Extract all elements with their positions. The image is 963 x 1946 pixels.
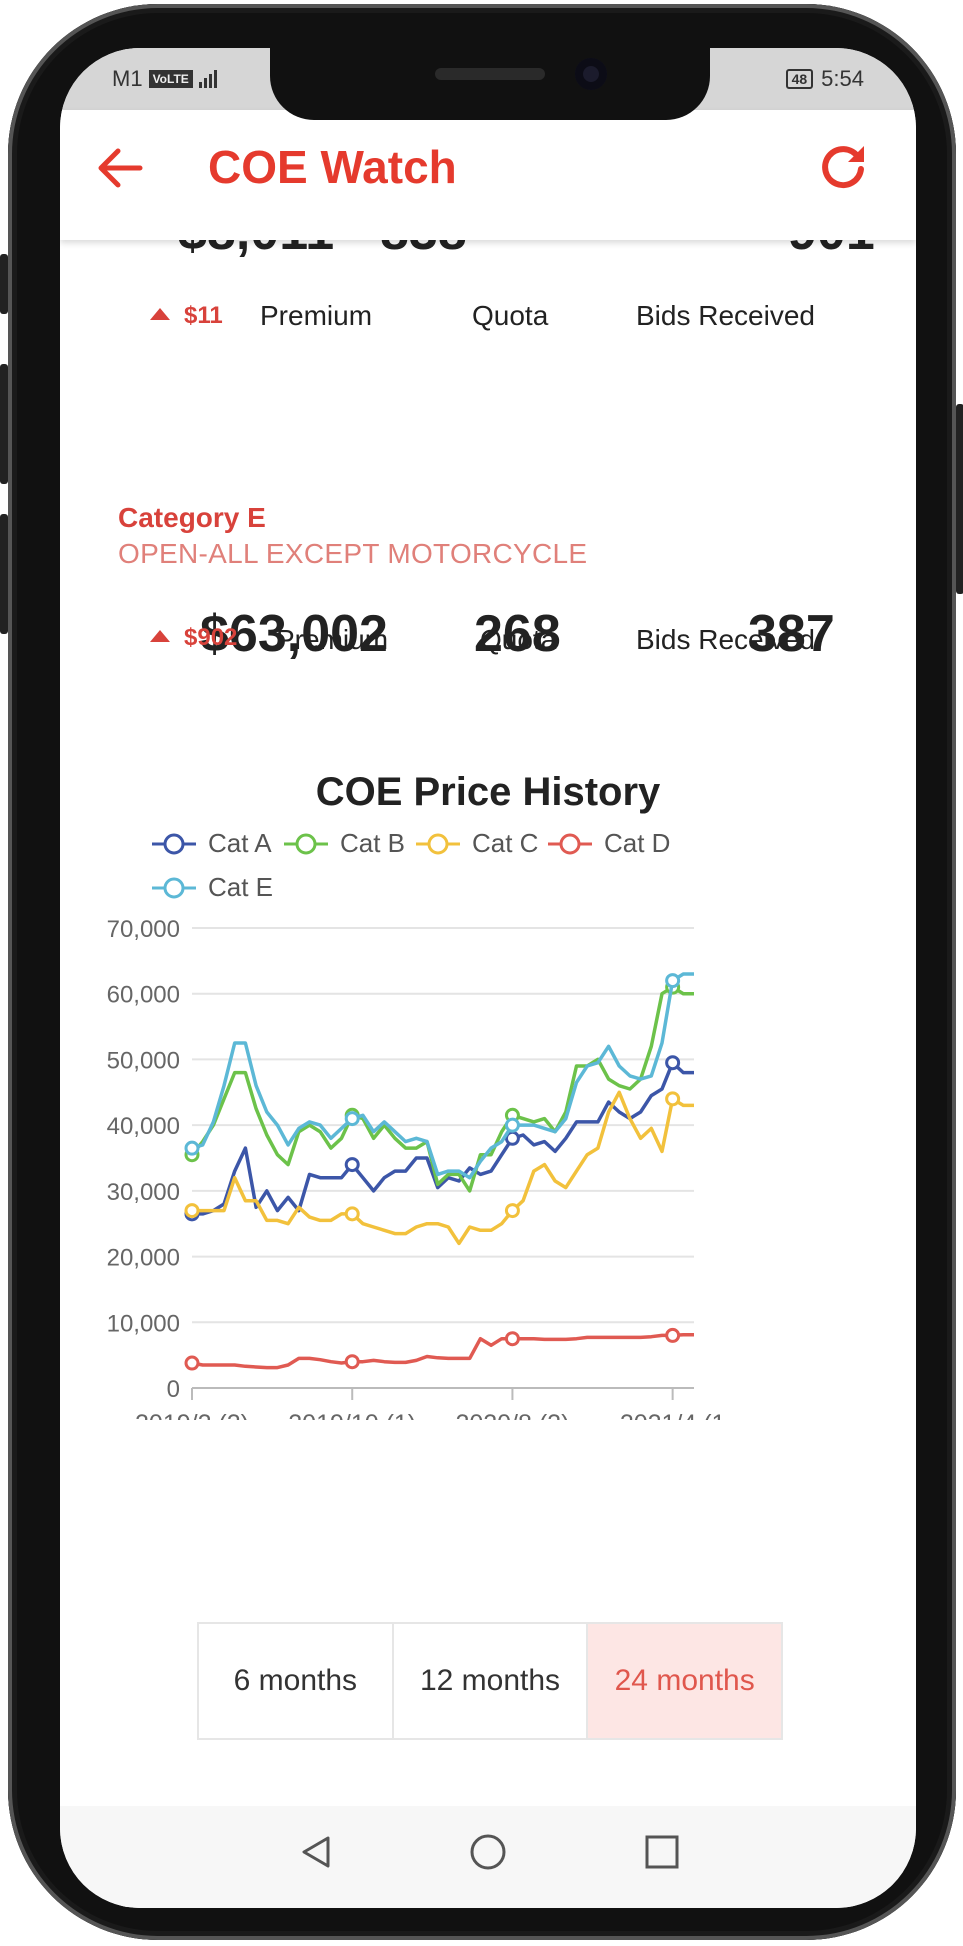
data-point [665, 1055, 681, 1071]
data-point [344, 1354, 360, 1370]
chart-title: COE Price History [315, 770, 661, 814]
y-tick-label: 40,000 [107, 1113, 180, 1140]
series-line-cat-d [191, 1333, 694, 1370]
legend-item-cat-c[interactable]: Cat C [414, 828, 538, 859]
signal-icon [198, 70, 217, 88]
status-left: M1 VoLTE [112, 66, 217, 92]
x-tick-label: 2020/8 (2) [455, 1410, 569, 1420]
refresh-icon[interactable] [816, 140, 870, 194]
y-tick-label: 70,000 [107, 916, 180, 943]
screen: M1 VoLTE 48 5:54 COE Watch $8,0 [60, 48, 916, 1908]
y-tick-label: 30,000 [107, 1179, 180, 1206]
legend-label: Cat A [208, 828, 272, 858]
legend-label: Cat C [472, 828, 539, 858]
data-point [184, 1140, 200, 1156]
content-area[interactable]: $8,011 838 901 $11 Premium Quota Bids Re… [60, 240, 916, 1660]
data-point [504, 1331, 520, 1347]
up-triangle-icon [150, 630, 170, 642]
y-tick-label: 20,000 [107, 1245, 180, 1272]
range-6-months-button[interactable]: 6 months [199, 1624, 394, 1738]
data-point [504, 1117, 520, 1133]
chart-legend: Cat A Cat B Cat C Cat D Cat E [60, 240, 916, 902]
clock: 5:54 [821, 66, 864, 91]
side-button-right [956, 404, 963, 594]
side-button-left-mid [0, 364, 8, 484]
front-camera [575, 58, 607, 90]
y-tick-label: 50,000 [107, 1047, 180, 1074]
data-point [665, 973, 681, 989]
x-tick-label: 2021/4 (1 [620, 1410, 726, 1420]
nav-home-icon[interactable] [468, 1832, 508, 1872]
data-point [344, 1111, 360, 1127]
prev-premium-label: Premium [260, 300, 373, 331]
y-tick-label: 10,000 [107, 1310, 180, 1337]
phone-frame: M1 VoLTE 48 5:54 COE Watch $8,0 [0, 4, 963, 1940]
data-point [504, 1203, 520, 1219]
legend-item-cat-e[interactable]: Cat E [150, 872, 273, 903]
range-24-months-button[interactable]: 24 months [588, 1624, 782, 1738]
system-nav-bar [60, 1806, 916, 1908]
cat-e-quota-label: Quota [480, 624, 557, 655]
data-point [344, 1206, 360, 1222]
data-point [665, 1327, 681, 1343]
series-line-cat-e [191, 972, 694, 1180]
nav-back-icon[interactable] [296, 1832, 336, 1872]
side-button-left-top [0, 254, 8, 314]
carrier-label: M1 [112, 66, 143, 91]
data-point [344, 1157, 360, 1173]
up-triangle-icon [150, 308, 170, 320]
series-line-cat-b [190, 985, 694, 1193]
status-right: 48 5:54 [785, 66, 864, 92]
category-e-subtitle: OPEN-ALL EXCEPT MOTORCYCLE [118, 538, 588, 569]
y-tick-label: 60,000 [107, 982, 180, 1009]
prev-bids-label: Bids Received [636, 300, 815, 331]
legend-marker-icon [284, 833, 328, 854]
data-point [665, 1091, 681, 1107]
range-12-months-button[interactable]: 12 months [394, 1624, 589, 1738]
legend-item-cat-b[interactable]: Cat B [282, 828, 405, 859]
cat-e-delta-value: $902 [184, 624, 238, 651]
data-point [184, 1203, 200, 1219]
legend-marker-icon [416, 833, 460, 854]
data-point [184, 1355, 200, 1371]
prev-delta-value: $11 [184, 302, 223, 329]
x-tick-label: 2019/10 (1) [288, 1410, 416, 1420]
legend-label: Cat B [340, 828, 406, 858]
y-tick-label: 0 [167, 1376, 180, 1403]
cat-e-delta: $902 [150, 624, 237, 652]
legend-marker-icon [152, 877, 196, 898]
legend-label: Cat E [208, 872, 274, 902]
volte-badge: VoLTE [148, 70, 193, 88]
range-selector: 6 months 12 months 24 months [197, 1622, 783, 1740]
notch [270, 48, 710, 120]
side-button-left-bottom [0, 514, 8, 634]
legend-label: Cat D [604, 828, 671, 858]
cat-e-bids-label: Bids Received [636, 624, 815, 655]
app-bar: COE Watch [60, 110, 916, 240]
legend-marker-icon [548, 833, 592, 854]
legend-item-cat-a[interactable]: Cat A [150, 828, 272, 859]
legend-marker-icon [152, 833, 196, 854]
prev-quota-label: Quota [472, 300, 549, 331]
speaker [435, 68, 545, 80]
app-title: COE Watch [208, 141, 457, 193]
legend-item-cat-d[interactable]: Cat D [546, 828, 670, 859]
back-arrow-icon[interactable] [94, 142, 146, 194]
cat-e-premium-label: Premium [276, 624, 389, 655]
prev-delta: $11 [150, 302, 223, 330]
category-e-title: Category E [118, 502, 266, 533]
price-history-chart: 70,000 60,000 50,000 40,000 30,000 20,000 10,0… [107, 916, 726, 1420]
nav-recents-icon[interactable] [642, 1832, 682, 1872]
battery-icon: 48 [785, 69, 814, 89]
x-tick-label: 2019/2 (2) [135, 1410, 249, 1420]
